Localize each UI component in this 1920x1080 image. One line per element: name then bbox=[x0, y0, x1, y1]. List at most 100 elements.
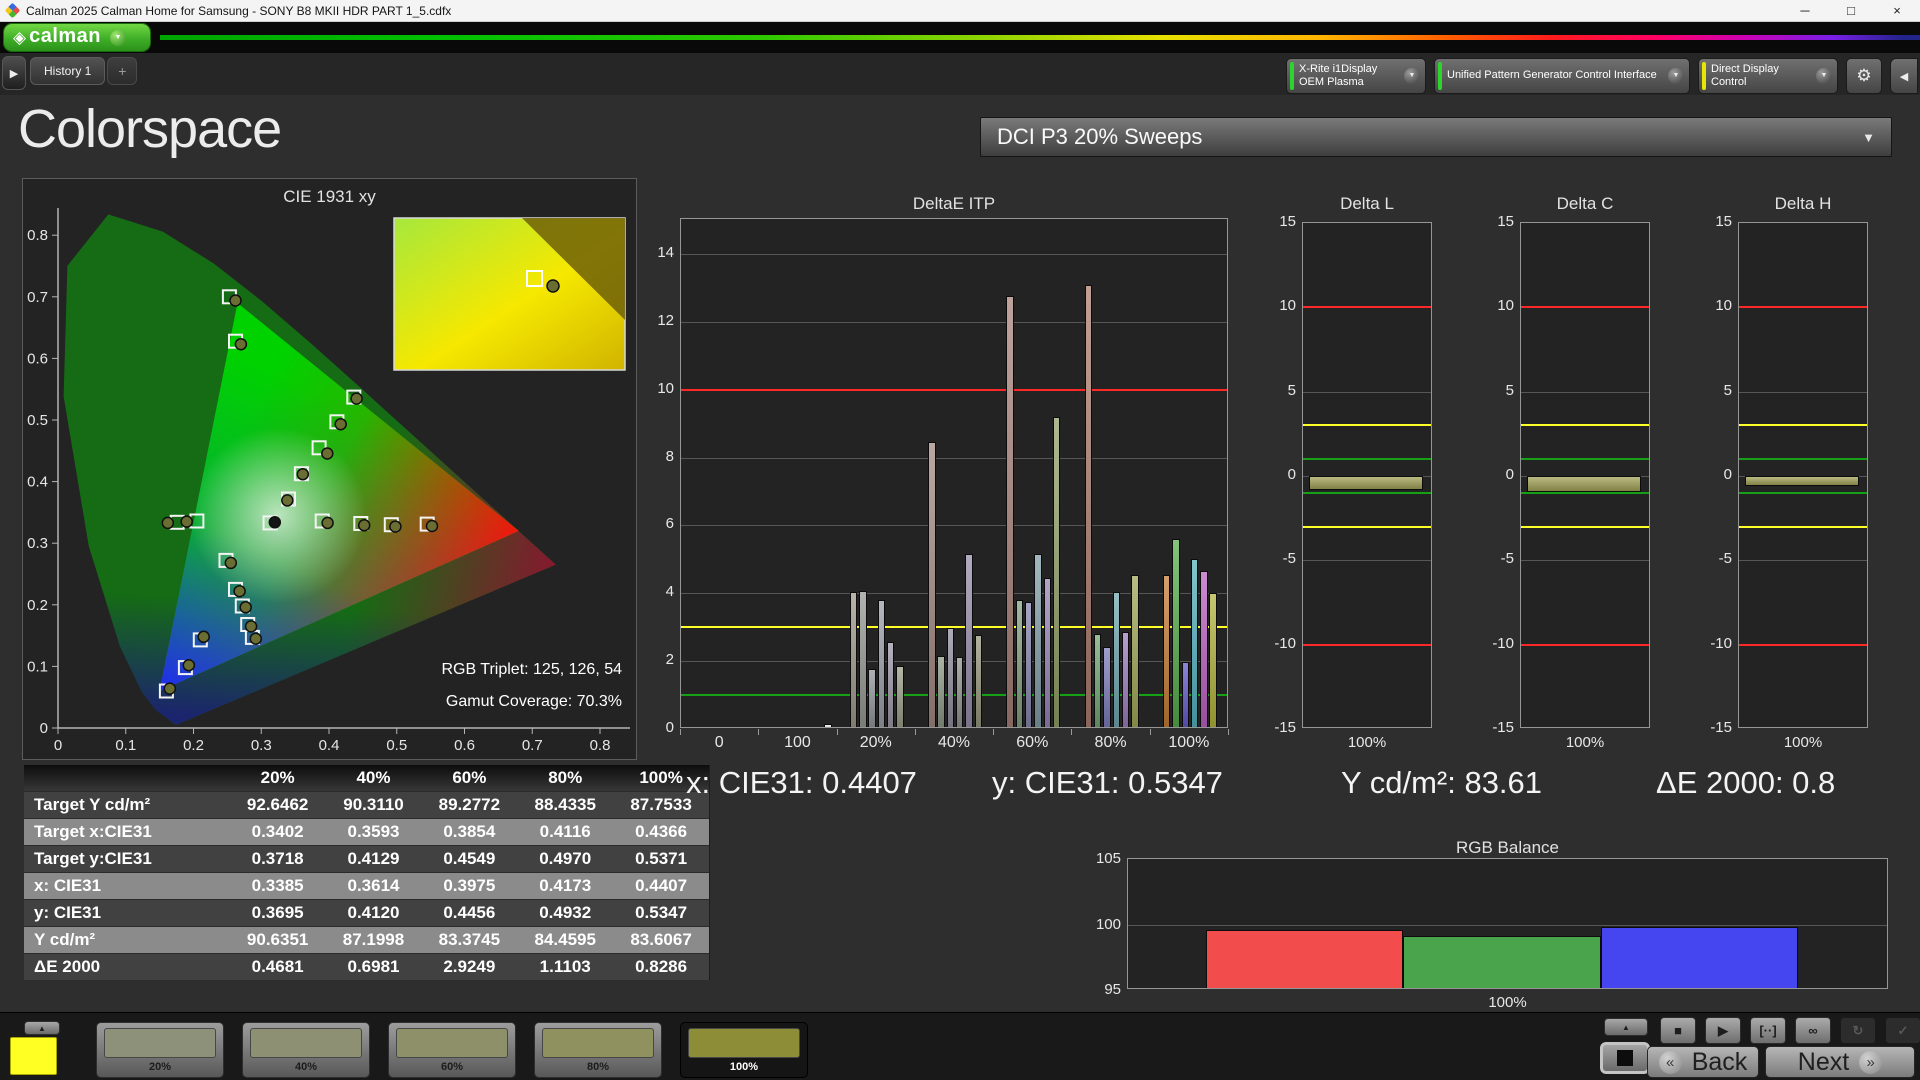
accept-icon[interactable]: ✓ bbox=[1885, 1017, 1920, 1044]
chevron-down-icon[interactable]: ▼ bbox=[1816, 68, 1832, 84]
rgb-balance-title: RGB Balance bbox=[1456, 838, 1559, 857]
deltae-bar bbox=[1112, 591, 1120, 727]
table-cell: 0.8286 bbox=[635, 957, 688, 976]
delta-bar bbox=[1309, 476, 1423, 490]
threshold-line bbox=[1521, 643, 1649, 646]
calman-menu-button[interactable]: ◈ calman ▼ bbox=[4, 24, 150, 51]
measured-point bbox=[350, 392, 363, 405]
deltae-bar bbox=[868, 668, 876, 727]
layout-preset-dropdown[interactable]: DCI P3 20% Sweeps ▼ bbox=[980, 117, 1892, 157]
readout-luminance: Y cd/m²: 83.61 bbox=[1341, 765, 1543, 800]
deltae-bar bbox=[1181, 661, 1189, 727]
readout-x-cie31: x: CIE31: 0.4407 bbox=[686, 765, 917, 800]
deltae-category-label: 0 bbox=[714, 734, 724, 751]
measured-point bbox=[239, 601, 252, 614]
deltae-bar bbox=[1172, 539, 1180, 727]
back-arrow-icon: « bbox=[1658, 1050, 1682, 1074]
tab-scroll-button[interactable]: ▶ bbox=[2, 56, 26, 90]
chevron-down-icon[interactable]: ▼ bbox=[1668, 68, 1684, 84]
table-body: Target Y cd/m² 92.6462 90.3110 89.2772 88.43… bbox=[24, 791, 709, 980]
swatch-color bbox=[104, 1028, 216, 1058]
deltae-bar bbox=[1052, 416, 1061, 727]
meter-dropdown[interactable]: X-Rite i1Display OEM Plasma ▼ bbox=[1286, 58, 1426, 94]
add-tab-button[interactable]: + bbox=[107, 57, 138, 85]
table-cell: 0.4366 bbox=[635, 822, 688, 841]
display-status-indicator bbox=[1702, 62, 1706, 90]
deltae-bar bbox=[1093, 634, 1102, 727]
pattern-swatch-100%[interactable]: 100% bbox=[680, 1022, 808, 1078]
table-cell: 89.2772 bbox=[438, 795, 501, 814]
app-icon bbox=[4, 2, 21, 19]
measured-point bbox=[244, 620, 258, 633]
display-control-dropdown[interactable]: Direct Display Control ▼ bbox=[1698, 58, 1838, 94]
measured-point bbox=[180, 515, 193, 528]
deltae-bar bbox=[965, 554, 973, 727]
generator-status-indicator bbox=[1438, 62, 1442, 90]
pattern-swatch-20%[interactable]: 20% bbox=[96, 1022, 224, 1078]
tab-history-1[interactable]: History 1 bbox=[30, 57, 106, 85]
delta-c-plot-area bbox=[1520, 222, 1650, 728]
pattern-window-icon[interactable]: [··] bbox=[1750, 1017, 1786, 1044]
deltae-bar bbox=[1103, 646, 1111, 727]
table-cell: 0.5347 bbox=[635, 903, 688, 922]
blue-balance-bar bbox=[1600, 927, 1798, 988]
table-cell: 83.3745 bbox=[438, 930, 501, 949]
tab-bar: ▶ History 1 + X-Rite i1Display OEM Plasm… bbox=[0, 53, 1920, 95]
table-cell: 87.1998 bbox=[342, 930, 405, 949]
table-header-row: 20% 40% 60% 80% 100% bbox=[24, 765, 709, 791]
deltae-category-label: 60% bbox=[1016, 734, 1049, 751]
pattern-generator-dropdown[interactable]: Unified Pattern Generator Control Interf… bbox=[1434, 58, 1690, 94]
back-button[interactable]: « Back bbox=[1647, 1046, 1759, 1078]
threshold-line bbox=[1303, 458, 1431, 461]
threshold-line bbox=[1521, 458, 1649, 461]
table-cell: 0.4407 bbox=[635, 876, 688, 895]
delta-h-x-label: 100% bbox=[1783, 734, 1823, 751]
close-icon[interactable]: × bbox=[1874, 0, 1920, 22]
eject-up-icon[interactable]: ▲ bbox=[24, 1021, 60, 1035]
collapse-panel-icon[interactable]: ◀ bbox=[1890, 58, 1918, 94]
measured-point bbox=[321, 516, 334, 530]
deltae-bar bbox=[1200, 570, 1208, 727]
transport-controls: ■ ▶ [··] ∞ ↻ ✓ bbox=[1660, 1017, 1920, 1044]
chevron-down-icon[interactable]: ▼ bbox=[1404, 68, 1420, 84]
stop-icon[interactable]: ■ bbox=[1660, 1017, 1696, 1044]
deltae-bar bbox=[1084, 284, 1093, 727]
swatch-color bbox=[396, 1028, 508, 1058]
next-button[interactable]: Next » bbox=[1765, 1046, 1915, 1078]
maximize-icon[interactable]: □ bbox=[1828, 0, 1874, 22]
hardware-buttons: X-Rite i1Display OEM Plasma ▼ Unified Pa… bbox=[1286, 58, 1918, 94]
continuous-icon[interactable]: ∞ bbox=[1795, 1017, 1831, 1044]
pattern-swatch-80%[interactable]: 80% bbox=[534, 1022, 662, 1078]
measured-point bbox=[234, 337, 248, 351]
play-icon[interactable]: ▶ bbox=[1705, 1017, 1741, 1044]
pattern-swatch-60%[interactable]: 60% bbox=[388, 1022, 516, 1078]
gamut-coverage-readout: Gamut Coverage: 70.3% bbox=[446, 693, 622, 710]
measured-point bbox=[224, 556, 238, 570]
stop-pattern-button[interactable] bbox=[1598, 1040, 1652, 1076]
swatch-label: 80% bbox=[586, 1061, 610, 1073]
swatch-color bbox=[250, 1028, 362, 1058]
cie-1931-chart: 0 0.1 0.2 0.3 0.4 0.5 0.6 0.7 0.8 0 0.1 … bbox=[27, 208, 630, 754]
svg-text:0.6: 0.6 bbox=[27, 350, 48, 367]
display-control-label: Direct Display Control bbox=[1711, 62, 1779, 88]
measured-point bbox=[163, 682, 177, 695]
current-pattern-swatch[interactable] bbox=[10, 1037, 57, 1075]
gear-icon[interactable]: ⚙ bbox=[1846, 58, 1882, 94]
chevron-down-icon[interactable]: ▼ bbox=[110, 29, 127, 46]
minimize-icon[interactable]: ─ bbox=[1782, 0, 1828, 22]
refresh-icon[interactable]: ↻ bbox=[1840, 1017, 1876, 1044]
threshold-line bbox=[1739, 491, 1867, 494]
deltae-bar bbox=[1043, 578, 1051, 727]
svg-text:0.3: 0.3 bbox=[251, 737, 272, 754]
row-label: Target Y cd/m² bbox=[34, 795, 151, 814]
measured-point bbox=[161, 516, 175, 530]
eject-up-icon[interactable]: ▲ bbox=[1604, 1018, 1648, 1036]
delta-h-title: Delta H bbox=[1774, 194, 1832, 213]
threshold-line bbox=[1303, 491, 1431, 494]
delta-l-chart: Delta L 100% 15 10 5 0 -5 -10 -15 bbox=[1252, 192, 1437, 762]
delta-bar bbox=[1527, 476, 1641, 492]
threshold-line bbox=[1303, 643, 1431, 646]
table-cell: 0.4173 bbox=[539, 876, 592, 895]
deltae-bar bbox=[937, 656, 945, 727]
pattern-swatch-40%[interactable]: 40% bbox=[242, 1022, 370, 1078]
